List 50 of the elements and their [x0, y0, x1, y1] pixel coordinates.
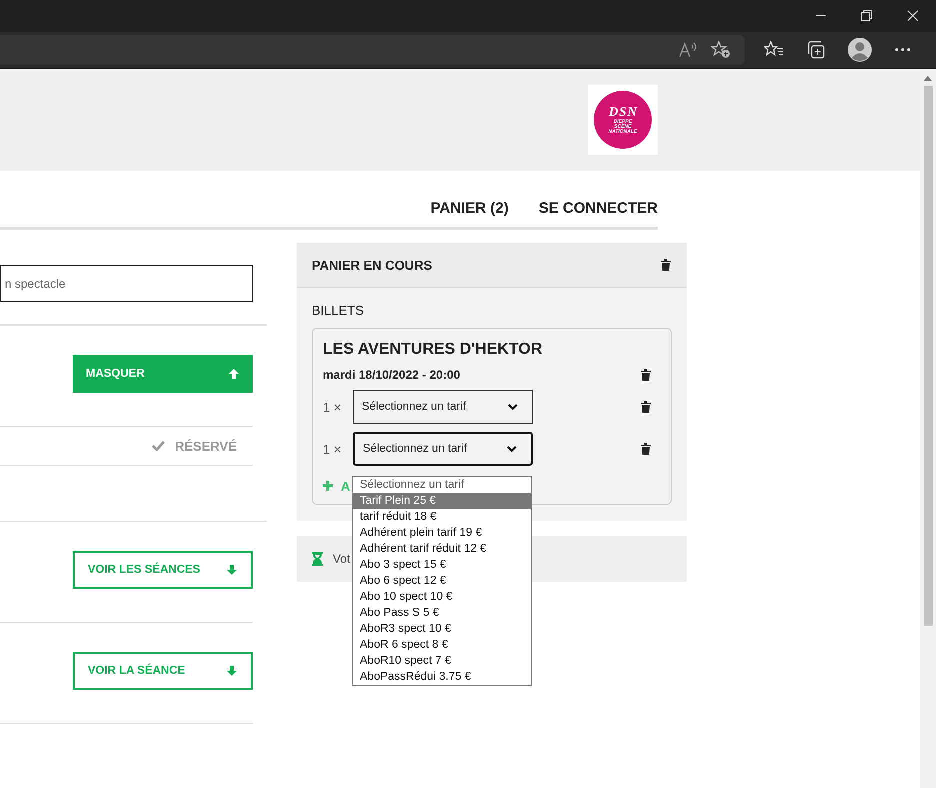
dropdown-option[interactable]: Abo Pass S 5 €: [353, 605, 531, 621]
dropdown-option[interactable]: Abo 6 spect 12 €: [353, 573, 531, 589]
search-field[interactable]: n spectacle: [0, 265, 253, 302]
dropdown-option[interactable]: AboR10 spect 7 €: [353, 653, 531, 669]
nav-link[interactable]: SE CONNECTER: [538, 200, 658, 217]
more-icon[interactable]: [895, 48, 911, 52]
favorites-icon[interactable]: [764, 41, 784, 59]
dropdown-option[interactable]: Abo 3 spect 15 €: [353, 557, 531, 573]
read-aloud-icon[interactable]: [679, 42, 697, 58]
arrow-down-icon: [226, 665, 238, 677]
dropdown-option[interactable]: Adhérent plein tarif 19 €: [353, 525, 531, 541]
check-icon: [152, 441, 166, 451]
restore-icon[interactable]: [861, 10, 873, 22]
section-label: BILLETS: [312, 303, 366, 318]
show-date: mardi 18/10/2022 - 20:00: [323, 368, 460, 382]
dropdown-option[interactable]: Tarif Plein 25 €: [353, 493, 531, 509]
logo-letter: S: [619, 105, 627, 118]
trash-icon[interactable]: [641, 443, 651, 455]
show-title: LES AVENTURES D'HEKTOR: [323, 341, 544, 359]
scroll-up-icon[interactable]: [924, 75, 932, 81]
hourglass-icon: [312, 552, 323, 566]
dropdown-option[interactable]: AboR 6 spect 8 €: [353, 637, 531, 653]
dropdown-option[interactable]: Sélectionnez un tarif: [353, 477, 531, 493]
nav-link[interactable]: PANIER (2): [430, 200, 509, 217]
dropdown-option[interactable]: Adhérent tarif réduit 12 €: [353, 541, 531, 557]
trash-icon[interactable]: [661, 259, 671, 271]
panel-title: PANIER EN COURS: [312, 258, 432, 272]
arrow-down-icon: [226, 564, 238, 576]
chevron-down-icon: [508, 404, 518, 410]
quantity: 1 ×: [323, 442, 342, 456]
profile-icon[interactable]: [848, 38, 872, 62]
close-icon[interactable]: [907, 10, 919, 22]
status-label: RÉSERVÉ: [175, 438, 237, 454]
arrow-up-icon: [228, 368, 240, 380]
dropdown-option[interactable]: tarif réduit 18 €: [353, 509, 531, 525]
timer-text: Vot: [333, 552, 350, 566]
scrollbar[interactable]: [920, 69, 936, 788]
trash-icon[interactable]: [641, 401, 651, 413]
logo-letter: D: [608, 105, 618, 118]
dropdown-option[interactable]: AboR3 spect 10 €: [353, 621, 531, 637]
collections-icon[interactable]: [807, 41, 825, 59]
fare-select[interactable]: Sélectionnez un tarif: [353, 432, 533, 466]
trash-icon[interactable]: [641, 369, 651, 381]
quantity: 1 ×: [323, 400, 342, 414]
logo-letter: N: [628, 105, 637, 118]
dropdown-option[interactable]: Abo 10 spect 10 €: [353, 589, 531, 605]
star-plus-icon[interactable]: [711, 41, 731, 59]
fare-select[interactable]: Sélectionnez un tarif: [353, 390, 533, 424]
chevron-down-icon: [507, 446, 517, 452]
dropdown-option[interactable]: AboPassRédui 3.75 €: [353, 669, 531, 685]
